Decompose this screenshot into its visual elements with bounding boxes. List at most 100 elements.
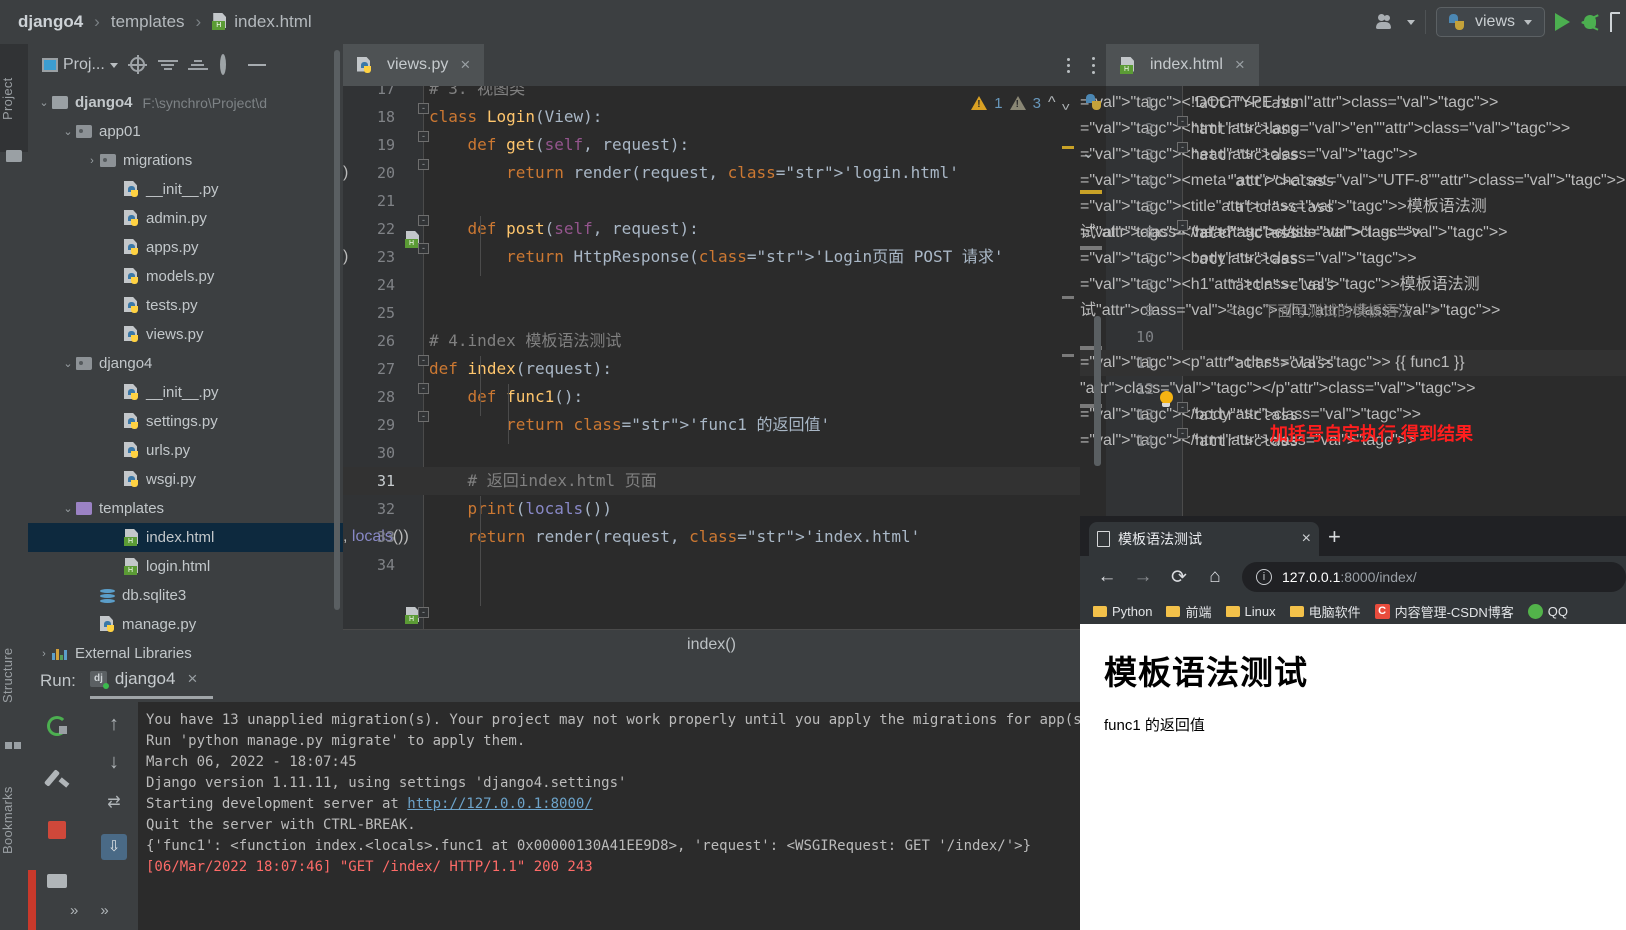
tree-item-login-html[interactable]: Hlogin.html — [28, 552, 343, 581]
bookmark-item[interactable]: 电脑软件 — [1285, 600, 1366, 623]
tree-item-wsgi-py[interactable]: wsgi.py — [28, 465, 343, 494]
chevron-right-icon[interactable]: › — [84, 155, 100, 167]
fold-marker[interactable]: - — [418, 131, 429, 142]
tree-item-db-sqlite3[interactable]: db.sqlite3 — [28, 581, 343, 610]
fold-marker[interactable]: - — [418, 103, 429, 114]
address-bar[interactable]: i 127.0.0.1:8000/index/ — [1242, 562, 1626, 592]
code-area-views-py[interactable]: 17 # 3. 视图类 18 class Login(View): 19 def get… — [343, 86, 1080, 660]
fold-marker[interactable]: - — [1177, 116, 1188, 127]
collapse-all-icon[interactable] — [187, 55, 208, 75]
breadcrumb-folder[interactable]: templates — [107, 10, 189, 34]
run-configuration-selector[interactable]: views — [1435, 7, 1545, 37]
tree-item--init-py[interactable]: __init__.py — [28, 378, 343, 407]
reload-icon[interactable]: ⟳ — [1164, 562, 1194, 592]
expand-all-icon[interactable] — [157, 55, 178, 75]
editor-options-icon[interactable] — [1080, 44, 1106, 86]
chevron-right-icon[interactable]: › — [36, 648, 52, 660]
editor-scrollbar[interactable] — [1094, 316, 1101, 466]
new-tab-icon[interactable]: + — [1328, 526, 1341, 548]
chevron-up-icon[interactable]: ^ — [1048, 94, 1056, 112]
bookmark-item[interactable]: QQ — [1523, 602, 1573, 621]
soft-wrap-icon[interactable]: ⇄ — [107, 792, 120, 812]
fold-marker[interactable]: - — [418, 607, 429, 618]
fold-marker[interactable]: - — [1177, 402, 1188, 413]
intention-bulb-icon[interactable] — [1158, 391, 1175, 408]
gear-icon[interactable] — [218, 54, 238, 75]
bookmark-item[interactable]: Python — [1088, 602, 1157, 621]
browser-tab[interactable]: 模板语法测试 × — [1089, 522, 1319, 556]
bookmark-item[interactable]: C 内容管理-CSDN博客 — [1370, 600, 1519, 623]
close-icon[interactable]: × — [1235, 55, 1245, 75]
rerun-icon[interactable] — [45, 714, 73, 742]
close-icon[interactable]: × — [460, 55, 470, 75]
fold-marker[interactable]: - — [418, 355, 429, 366]
fold-marker[interactable]: - — [418, 159, 429, 170]
fold-marker[interactable]: - — [1177, 142, 1188, 153]
fold-marker[interactable]: - — [418, 411, 429, 422]
tree-item-django4[interactable]: ⌄ django4 F:\synchro\Project\d — [28, 88, 343, 117]
fold-marker[interactable]: - — [418, 383, 429, 394]
console-link[interactable]: http://127.0.0.1:8000/ — [407, 796, 592, 812]
breadcrumb-file[interactable]: Hindex.html — [208, 10, 315, 34]
editor-options-icon[interactable] — [1067, 55, 1080, 76]
tab-index-html[interactable]: H index.html × — [1106, 44, 1259, 86]
tree-item-apps-py[interactable]: apps.py — [28, 233, 343, 262]
project-tree[interactable]: ⌄ django4 F:\synchro\Project\d ⌄ app01 › migra… — [28, 86, 343, 668]
fold-marker[interactable]: - — [1177, 220, 1188, 231]
people-button[interactable] — [1375, 12, 1415, 32]
tree-item-migrations[interactable]: › migrations — [28, 146, 343, 175]
stop-icon[interactable] — [45, 818, 73, 846]
tree-item--init-py[interactable]: __init__.py — [28, 175, 343, 204]
bookmarks-bar[interactable]: Python 前端 Linux 电脑软件 C 内容管理-CSDN博客 QQ — [1080, 598, 1626, 624]
sidebar-item-structure[interactable]: Structure — [0, 620, 28, 730]
forward-icon[interactable]: → — [1128, 562, 1158, 592]
tree-item-admin-py[interactable]: admin.py — [28, 204, 343, 233]
console-output[interactable]: You have 13 unapplied migration(s). Your… — [138, 702, 1080, 930]
project-view-selector[interactable]: Proj... — [42, 56, 118, 74]
tree-item-settings-py[interactable]: settings.py — [28, 407, 343, 436]
expand-more-icon[interactable]: » — [70, 902, 78, 919]
close-icon[interactable]: × — [187, 669, 197, 689]
tab-views-py[interactable]: views.py × — [343, 44, 485, 86]
tree-item-urls-py[interactable]: urls.py — [28, 436, 343, 465]
tree-item-views-py[interactable]: views.py — [28, 320, 343, 349]
hide-panel-icon[interactable] — [247, 64, 266, 66]
close-icon[interactable]: × — [1302, 530, 1311, 548]
run-icon[interactable] — [1555, 13, 1570, 31]
bookmark-item[interactable]: Linux — [1221, 602, 1281, 621]
breadcrumb-project[interactable]: django4 — [14, 10, 87, 34]
tree-item-manage-py[interactable]: manage.py — [28, 610, 343, 639]
tree-item-app01[interactable]: ⌄ app01 — [28, 117, 343, 146]
chevron-down-icon[interactable]: ^ — [1062, 94, 1070, 112]
tree-item-index-html[interactable]: Hindex.html — [28, 523, 343, 552]
expand-more-icon[interactable]: » — [100, 902, 108, 919]
inspection-status[interactable]: 1 3 ^ ^ — [971, 94, 1070, 112]
sidebar-item-bookmarks[interactable]: Bookmarks — [0, 760, 28, 880]
scroll-up-icon[interactable]: ↑ — [109, 714, 119, 734]
back-icon[interactable]: ← — [1092, 562, 1122, 592]
chevron-down-icon[interactable]: ⌄ — [36, 96, 52, 109]
fold-marker[interactable]: - — [418, 215, 429, 226]
project-scrollbar[interactable] — [334, 50, 340, 610]
chevron-down-icon[interactable]: ⌄ — [60, 357, 76, 370]
site-info-icon[interactable]: i — [1256, 569, 1272, 585]
tree-item-tests-py[interactable]: tests.py — [28, 291, 343, 320]
debug-icon[interactable] — [1580, 12, 1600, 32]
fold-marker[interactable]: - — [1177, 428, 1188, 439]
tree-item-models-py[interactable]: models.py — [28, 262, 343, 291]
fold-marker[interactable]: - — [418, 243, 429, 254]
more-toolbar-icon[interactable] — [1610, 12, 1620, 32]
settings-wrench-icon[interactable] — [43, 766, 73, 794]
scroll-to-end-icon[interactable]: ⇩ — [101, 834, 127, 860]
sidebar-item-project[interactable]: Project — [0, 52, 28, 152]
run-tab-django4[interactable]: dj django4 × — [89, 669, 214, 699]
bookmark-item[interactable]: 前端 — [1161, 600, 1216, 623]
tree-item-templates[interactable]: ⌄ templates — [28, 494, 343, 523]
code-area-index-html[interactable]: 1 "attr">class ="val">"tagc"><!DOCTYPE htm… — [1080, 86, 1626, 516]
tree-item-django4[interactable]: ⌄ django4 — [28, 349, 343, 378]
locate-file-icon[interactable] — [127, 55, 148, 75]
chevron-down-icon[interactable]: ⌄ — [1082, 144, 1095, 162]
scroll-down-icon[interactable]: ↓ — [109, 752, 119, 772]
chevron-down-icon[interactable]: ⌄ — [60, 502, 76, 515]
chevron-down-icon[interactable]: ⌄ — [60, 125, 76, 138]
